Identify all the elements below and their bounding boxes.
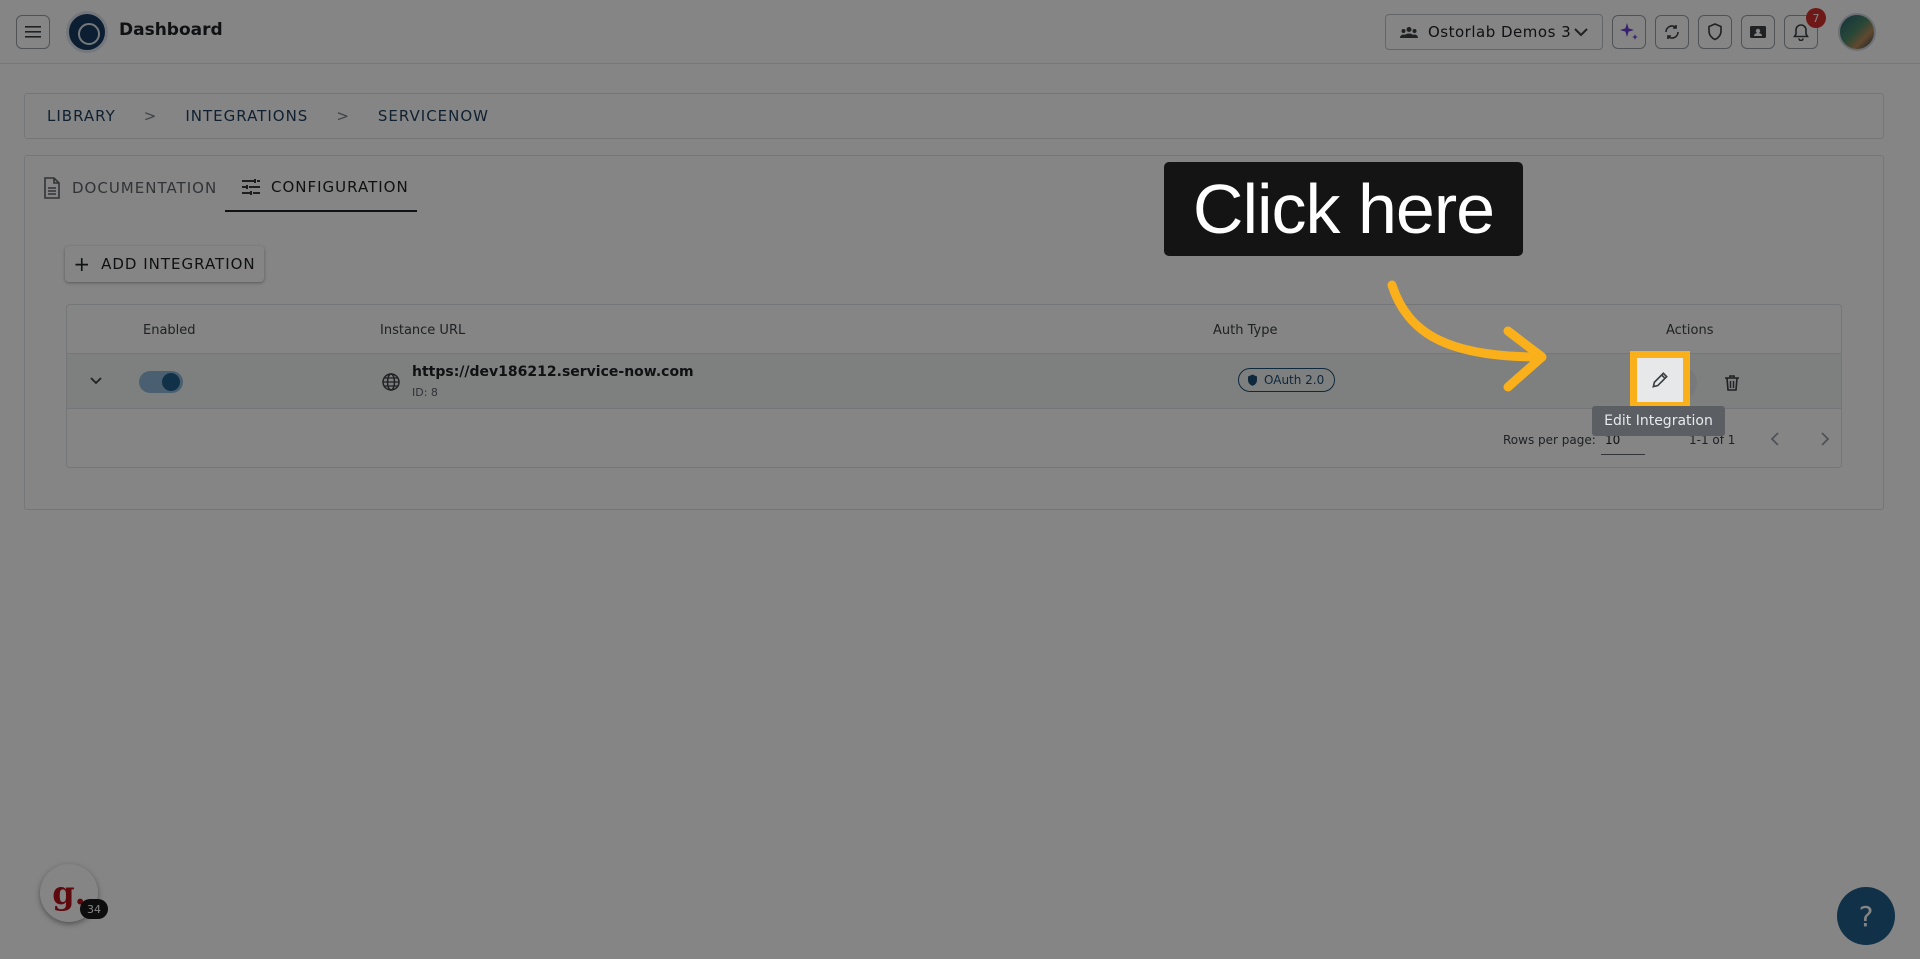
highlight-frame bbox=[1630, 351, 1690, 409]
edit-integration-tooltip: Edit Integration bbox=[1592, 406, 1725, 436]
app-root: Dashboard Ostorlab Demos 3 7 LIBRARY > I… bbox=[0, 0, 1920, 959]
tutorial-callout: Click here bbox=[1164, 162, 1523, 256]
tutorial-dim-overlay bbox=[0, 0, 1920, 959]
pointer-arrow-icon bbox=[1387, 280, 1547, 392]
